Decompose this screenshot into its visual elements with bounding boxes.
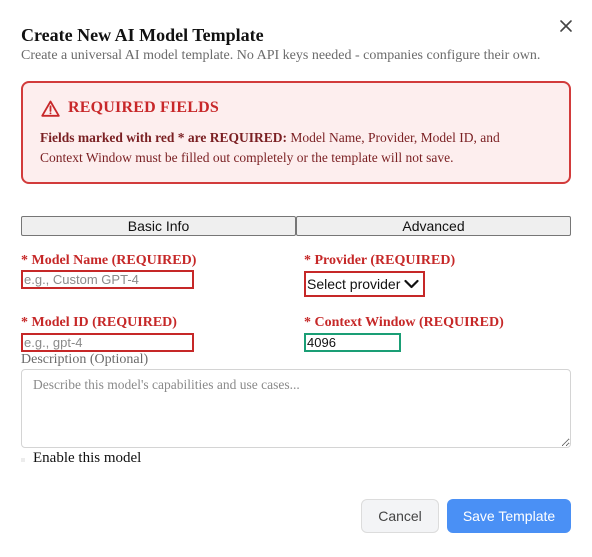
tab-basic-info[interactable]: Basic Info: [21, 216, 296, 236]
alert-title: REQUIRED FIELDS: [68, 99, 220, 116]
required-fields-alert: REQUIRED FIELDS Fields marked with red *…: [21, 81, 571, 184]
alert-header: REQUIRED FIELDS: [41, 99, 219, 117]
tab-advanced[interactable]: Advanced: [296, 216, 571, 236]
model-name-input[interactable]: [21, 270, 194, 289]
provider-select[interactable]: Select provider: [304, 271, 425, 297]
tab-bar: Basic Info Advanced: [21, 216, 571, 236]
context-window-input[interactable]: [304, 333, 401, 352]
enable-model-row: Enable this model: [21, 450, 141, 467]
save-template-button[interactable]: Save Template: [447, 499, 571, 533]
create-model-template-dialog: Create New AI Model Template Create a un…: [0, 0, 592, 557]
alert-message-bold: Fields marked with red * are REQUIRED:: [40, 130, 287, 145]
enable-model-checkbox[interactable]: [21, 457, 25, 462]
alert-message: Fields marked with red * are REQUIRED: M…: [40, 128, 540, 168]
description-label: Description (Optional): [21, 352, 149, 367]
dialog-subtitle: Create a universal AI model template. No…: [21, 48, 541, 63]
context-window-label: * Context Window (REQUIRED): [304, 315, 504, 330]
enable-model-label[interactable]: Enable this model: [33, 450, 141, 467]
dialog-title: Create New AI Model Template: [21, 25, 264, 45]
warning-triangle-icon: [41, 100, 60, 117]
description-textarea[interactable]: [21, 369, 571, 448]
chevron-down-icon: [404, 279, 419, 289]
close-button[interactable]: [558, 18, 574, 34]
provider-label: * Provider (REQUIRED): [304, 253, 456, 268]
model-id-label: * Model ID (REQUIRED): [21, 315, 177, 330]
close-icon: [560, 20, 572, 32]
cancel-button[interactable]: Cancel: [361, 499, 439, 533]
model-id-input[interactable]: [21, 333, 194, 352]
model-name-label: * Model Name (REQUIRED): [21, 253, 197, 268]
provider-selected-value: Select provider: [307, 276, 401, 292]
